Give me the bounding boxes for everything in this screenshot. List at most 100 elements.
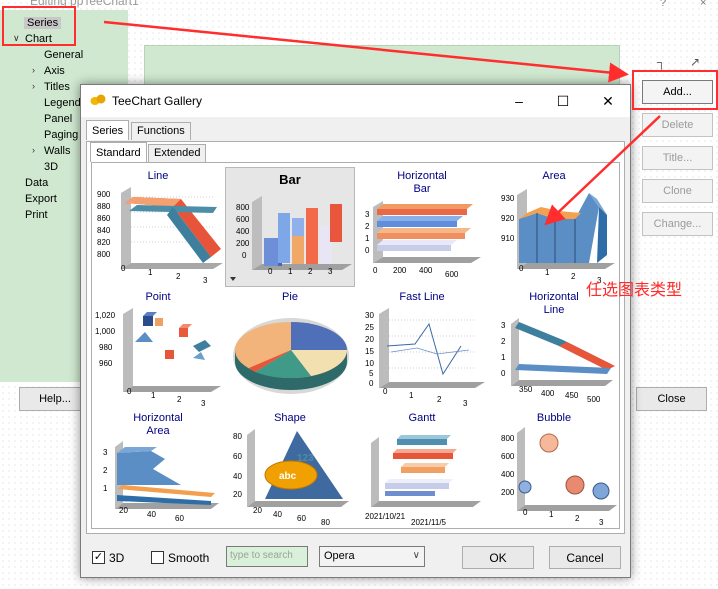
gallery-item-horizontal-bar[interactable]: Horizontal Bar 3 2 1 0 0 200 400 600	[357, 167, 487, 287]
svg-text:800: 800	[236, 203, 250, 212]
3d-label: 3D	[109, 551, 125, 565]
bar-chart-thumbnail: 800 600 400 200 0 0 1 2 3	[230, 196, 352, 281]
move-up-icon[interactable]: ┐	[657, 55, 666, 69]
tab-extended[interactable]: Extended	[148, 144, 207, 162]
theme-select[interactable]: Opera ∨	[319, 546, 425, 567]
change-series-button[interactable]: Change...	[642, 212, 713, 236]
svg-text:0: 0	[519, 264, 524, 273]
bubble-chart-thumbnail: 800 600 400 200 0 1 2 3	[501, 427, 617, 527]
gallery-subtabs: Standard Extended	[90, 142, 630, 162]
horizontal-line-chart-thumbnail: 3 2 1 0 350 400 450 500	[501, 318, 615, 404]
tab-standard[interactable]: Standard	[90, 142, 147, 162]
tree-item-axis[interactable]: › Axis	[32, 65, 65, 77]
svg-text:2: 2	[176, 272, 181, 281]
svg-text:0: 0	[523, 508, 528, 517]
tab-functions[interactable]: Functions	[131, 122, 191, 140]
svg-text:3: 3	[599, 518, 604, 527]
svg-text:1: 1	[365, 234, 370, 243]
tree-item-panel[interactable]: Panel	[44, 113, 72, 125]
3d-checkbox[interactable]: ✓	[92, 551, 105, 564]
cancel-button[interactable]: Cancel	[549, 546, 621, 569]
gallery-item-shape[interactable]: Shape 123 abc 80 60 40 20 20 40 60 80	[225, 409, 355, 529]
gallery-item-point[interactable]: Point 1,020 1,000 980 960 0 1 2 3	[93, 288, 223, 408]
svg-text:60: 60	[233, 452, 242, 461]
svg-text:3: 3	[201, 399, 206, 408]
gantt-chart-thumbnail: 2021/10/21 2021/11/5	[365, 435, 481, 527]
gallery-item-line[interactable]: Line 900 880 860 840 820 800 0 1 2 3	[93, 167, 223, 287]
svg-text:25: 25	[365, 323, 374, 332]
svg-text:2021/11/5: 2021/11/5	[411, 518, 447, 527]
editor-help-icon[interactable]: ?	[660, 0, 666, 9]
svg-text:980: 980	[99, 343, 113, 352]
dialog-titlebar: TeeChart Gallery – ☐ ✕	[81, 85, 630, 117]
chevron-right-icon[interactable]: ›	[32, 65, 35, 75]
add-series-button[interactable]: Add...	[642, 80, 713, 104]
smooth-checkbox[interactable]	[151, 551, 164, 564]
tree-item-chart[interactable]: ∨ Chart	[13, 33, 52, 45]
delete-series-button[interactable]: Delete	[642, 113, 713, 137]
gallery-item-horizontal-area[interactable]: Horizontal Area 3 2 1 20 40 60	[93, 409, 223, 529]
tree-item-titles[interactable]: › Titles	[32, 81, 70, 93]
close-button[interactable]: Close	[636, 387, 707, 411]
gallery-item-horizontal-line[interactable]: Horizontal Line 3 2 1 0 350 400 450 500	[489, 288, 619, 408]
svg-text:80: 80	[233, 432, 242, 441]
svg-text:900: 900	[97, 190, 111, 199]
svg-text:1: 1	[501, 353, 506, 362]
svg-text:123: 123	[297, 453, 314, 464]
svg-text:0: 0	[365, 246, 370, 255]
close-icon[interactable]: ✕	[593, 91, 623, 111]
gallery-item-area[interactable]: Area 930 920 910 0 1 2 3	[489, 167, 619, 287]
gallery-item-gantt[interactable]: Gantt 2021/10/21 2021/11/5	[357, 409, 487, 529]
tree-item-paging[interactable]: Paging	[44, 129, 78, 141]
search-input[interactable]: type to search	[226, 546, 308, 567]
editor-close-icon[interactable]: ×	[700, 0, 706, 9]
svg-text:0: 0	[369, 379, 374, 388]
tree-item-3d[interactable]: 3D	[44, 161, 58, 173]
svg-text:880: 880	[97, 202, 111, 211]
gallery-tabs: Series Functions	[86, 120, 626, 140]
chevron-down-icon[interactable]: ∨	[13, 33, 20, 44]
series-title-button[interactable]: Title...	[642, 146, 713, 170]
teechart-logo-icon	[90, 94, 106, 105]
tree-item-print[interactable]: Print	[25, 209, 48, 221]
svg-text:400: 400	[236, 227, 250, 236]
svg-text:3: 3	[501, 321, 506, 330]
gallery-item-bubble[interactable]: Bubble 800 600 400 200 0 1 2 3	[489, 409, 619, 529]
tree-item-walls[interactable]: › Walls	[32, 145, 70, 157]
tree-item-general[interactable]: General	[44, 49, 83, 61]
svg-text:60: 60	[297, 514, 306, 523]
chevron-right-icon[interactable]: ›	[32, 145, 35, 155]
ok-button[interactable]: OK	[462, 546, 534, 569]
chevron-right-icon[interactable]: ›	[32, 81, 35, 91]
tab-series[interactable]: Series	[86, 120, 130, 140]
svg-text:200: 200	[393, 266, 407, 275]
svg-text:20: 20	[365, 335, 374, 344]
svg-text:200: 200	[236, 239, 250, 248]
svg-text:450: 450	[565, 391, 579, 400]
svg-text:30: 30	[365, 311, 374, 320]
move-down-icon[interactable]: ↗	[690, 55, 700, 69]
svg-text:800: 800	[501, 434, 515, 443]
svg-text:400: 400	[501, 470, 515, 479]
svg-text:3: 3	[365, 210, 370, 219]
tree-item-legend[interactable]: Legend	[44, 97, 81, 109]
svg-text:1: 1	[103, 484, 108, 493]
clone-series-button[interactable]: Clone	[642, 179, 713, 203]
gallery-item-fast-line[interactable]: Fast Line 30 25 20 15 10 5 0 0 1 2 3	[357, 288, 487, 408]
svg-text:10: 10	[365, 359, 374, 368]
chart-type-gallery: Line 900 880 860 840 820 800 0 1 2 3 Bar	[93, 167, 618, 527]
svg-text:40: 40	[233, 472, 242, 481]
svg-text:80: 80	[321, 518, 330, 527]
gallery-item-pie[interactable]: Pie	[225, 288, 355, 408]
maximize-icon[interactable]: ☐	[548, 91, 578, 111]
tree-item-data[interactable]: Data	[25, 177, 48, 189]
tree-item-series[interactable]: Series	[24, 17, 62, 29]
gallery-item-bar[interactable]: Bar 800 600 400 200 0 0 1 2 3	[225, 167, 355, 287]
tree-item-export[interactable]: Export	[25, 193, 57, 205]
svg-text:15: 15	[365, 347, 374, 356]
point-chart-thumbnail: 1,020 1,000 980 960 0 1 2 3	[95, 308, 221, 408]
svg-text:2: 2	[571, 272, 576, 281]
annotation-text: 任选图表类型	[586, 280, 683, 299]
minimize-icon[interactable]: –	[504, 91, 534, 111]
svg-text:600: 600	[236, 215, 250, 224]
